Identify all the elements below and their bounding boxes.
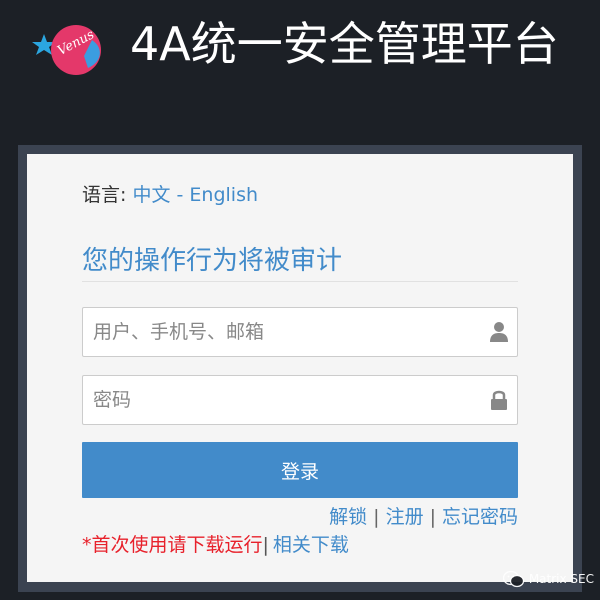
venus-logo: Venus (32, 25, 101, 75)
first-use-warning: *首次使用请下载运行 (82, 534, 263, 556)
password-input[interactable] (83, 376, 463, 424)
language-option-chinese[interactable]: 中文 (132, 184, 170, 206)
language-selector: 语言: 中文 - English (82, 180, 258, 207)
username-input[interactable] (83, 308, 463, 356)
download-link[interactable]: 相关下载 (273, 534, 349, 556)
lock-icon (491, 390, 507, 410)
divider (82, 281, 518, 282)
language-option-english[interactable]: English (189, 184, 258, 206)
user-icon (490, 322, 508, 342)
language-label: 语言: (82, 184, 127, 206)
watermark: Matrix SEC (502, 570, 594, 588)
link-separator: | (373, 506, 380, 528)
app-title: 4A统一安全管理平台 (130, 17, 559, 71)
audit-notice: 您的操作行为将被审计 (82, 246, 343, 276)
language-separator: - (176, 184, 184, 206)
wechat-icon (502, 570, 524, 588)
link-separator: | (262, 534, 269, 556)
unlock-link[interactable]: 解锁 (329, 506, 367, 528)
password-field (82, 375, 518, 425)
watermark-text: Matrix SEC (528, 572, 594, 586)
login-panel: 语言: 中文 - English 您的操作行为将被审计 登录 解锁|注册|忘记密… (27, 154, 573, 582)
register-link[interactable]: 注册 (386, 506, 424, 528)
link-separator: | (429, 506, 436, 528)
account-links: 解锁 | 注册 | 忘记密码 (329, 502, 518, 529)
forgot-password-link[interactable]: 忘记密码 (442, 506, 518, 528)
login-button[interactable]: 登录 (82, 442, 518, 498)
username-field (82, 307, 518, 357)
header: Venus 4A统一安全管理平台 (0, 0, 600, 140)
first-use-notice: *首次使用请下载运行| 相关下载 (82, 530, 349, 557)
